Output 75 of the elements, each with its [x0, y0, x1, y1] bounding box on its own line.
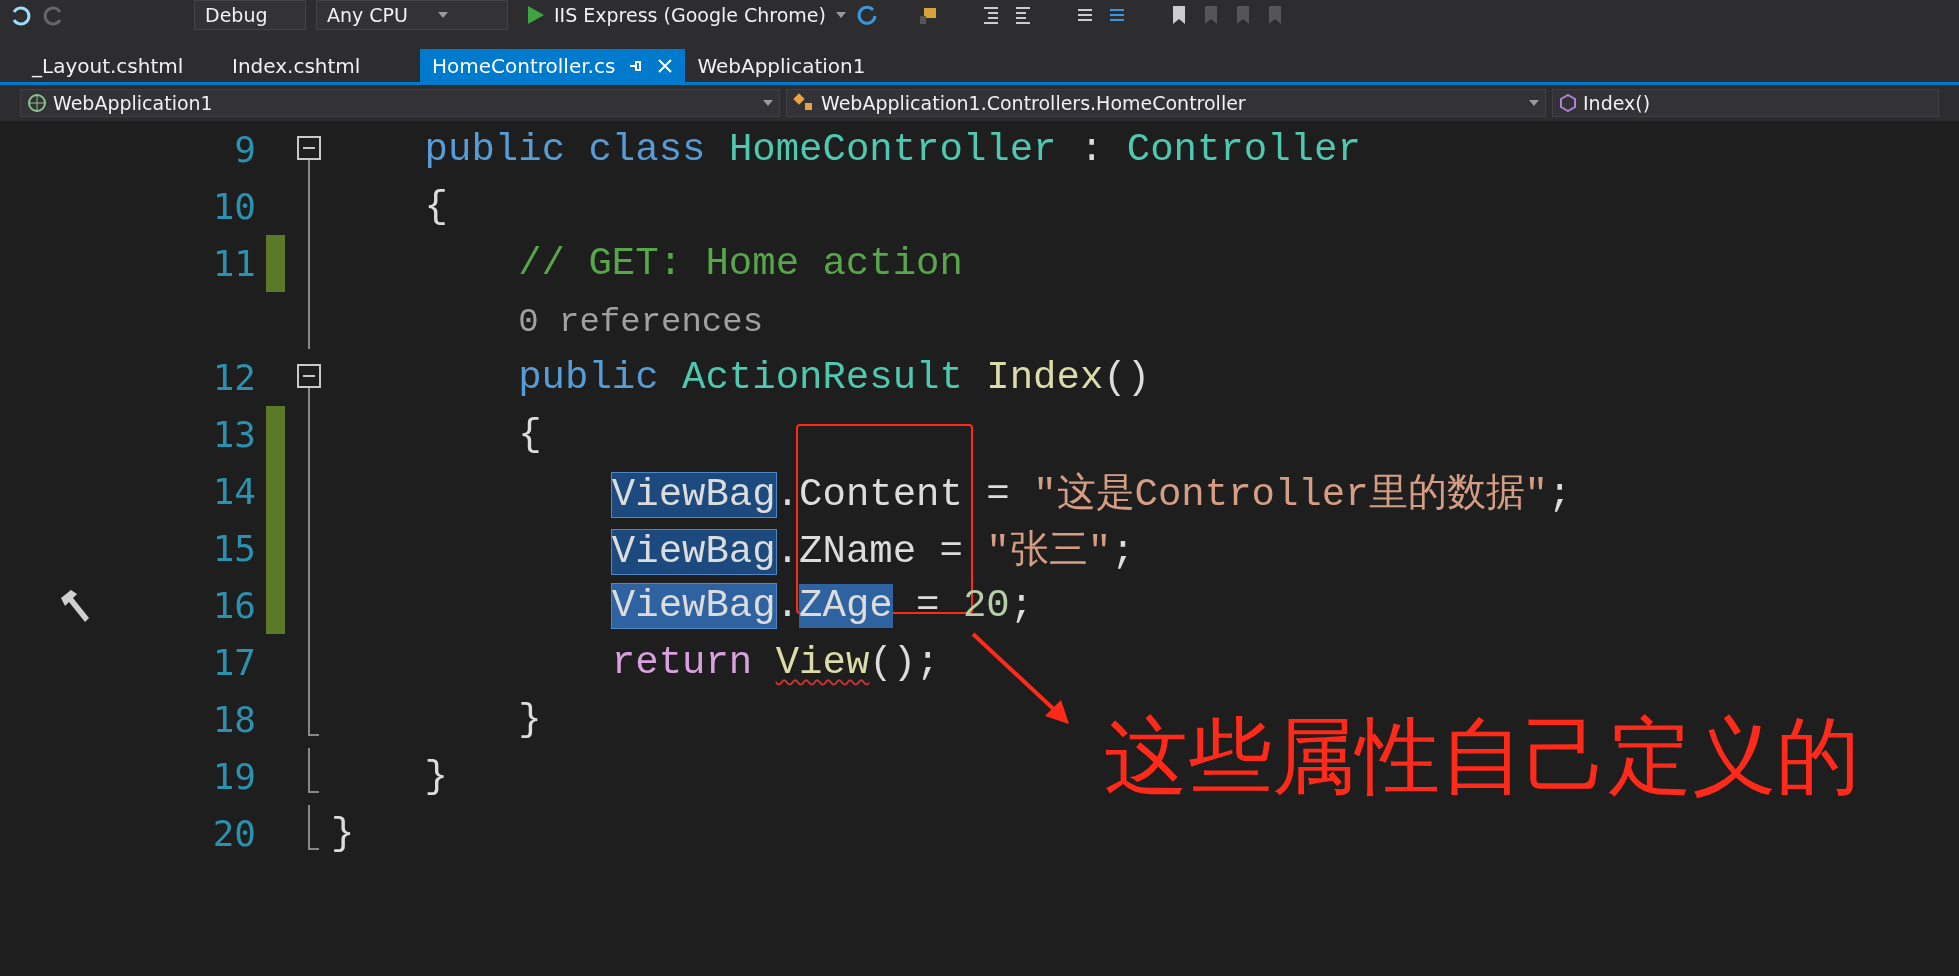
- code-token: =: [915, 583, 941, 628]
- line-number: 16: [212, 585, 256, 626]
- line-number: 18: [212, 699, 256, 740]
- code-token: }: [424, 754, 448, 799]
- code-token: (): [1103, 355, 1151, 400]
- code-token: ZName: [799, 529, 917, 574]
- code-token: public: [424, 127, 567, 172]
- code-token: =: [985, 472, 1011, 517]
- collapse-icon[interactable]: [297, 364, 321, 388]
- refresh-icon[interactable]: [855, 4, 878, 26]
- code-token: ;: [1111, 529, 1135, 574]
- code-token: }: [518, 697, 542, 742]
- code-token: {: [424, 184, 448, 229]
- code-token: HomeController: [728, 127, 1057, 172]
- caret-icon: [835, 12, 846, 18]
- code-token: // GET: Home action: [518, 241, 963, 286]
- code-token: ViewBag: [611, 472, 776, 517]
- member-dropdown[interactable]: Index(): [1552, 89, 1939, 117]
- code-token: }: [331, 811, 355, 856]
- code-token: .: [775, 583, 800, 628]
- line-number: 9: [234, 129, 256, 170]
- project-dropdown[interactable]: WebApplication1: [20, 89, 780, 117]
- code-token: Content: [799, 472, 963, 517]
- collapse-icon[interactable]: [297, 136, 321, 160]
- configuration-dropdown[interactable]: Debug: [194, 0, 306, 30]
- run-button[interactable]: IIS Express (Google Chrome): [528, 0, 846, 30]
- type-dropdown[interactable]: WebApplication1.Controllers.HomeController: [786, 89, 1546, 117]
- close-icon[interactable]: [657, 57, 674, 74]
- code-token: .: [775, 529, 800, 574]
- method-icon: [1559, 94, 1577, 112]
- pin-icon[interactable]: [629, 58, 644, 73]
- class-icon: [793, 93, 815, 113]
- code-token: 20: [962, 583, 1010, 628]
- redo-icon[interactable]: [42, 4, 64, 26]
- caret-icon: [437, 12, 448, 18]
- line-number: 14: [212, 471, 256, 512]
- code-token: return: [611, 640, 754, 685]
- undo-icon[interactable]: [10, 4, 32, 26]
- code-token: View: [775, 640, 870, 685]
- line-number: 17: [212, 642, 256, 683]
- code-token: Controller: [1126, 127, 1361, 172]
- caret-icon: [763, 100, 773, 106]
- line-number: 20: [212, 813, 256, 854]
- file-tab[interactable]: WebApplication1: [685, 49, 886, 82]
- line-number: 10: [212, 186, 256, 227]
- code-token: {: [518, 412, 542, 457]
- file-tab[interactable]: Index.cshtml: [220, 49, 420, 82]
- play-icon: [528, 6, 544, 24]
- code-token: :: [1078, 127, 1105, 172]
- code-token: ViewBag: [611, 529, 776, 574]
- code-token: "张三": [986, 528, 1112, 576]
- code-token: .: [775, 472, 800, 517]
- caret-icon: [1529, 100, 1539, 106]
- code-token: Index: [986, 355, 1104, 400]
- code-token: ;: [1009, 583, 1034, 628]
- globe-icon: [27, 93, 47, 113]
- code-token: ();: [869, 640, 940, 685]
- line-number: 13: [212, 414, 256, 455]
- annotation-text: 这些属性自己定义的: [1104, 706, 1860, 807]
- file-tab[interactable]: _Layout.cshtml: [20, 49, 220, 82]
- line-number: 12: [212, 357, 256, 398]
- code-token: class: [588, 127, 707, 172]
- file-tab[interactable]: HomeController.cs: [420, 49, 686, 82]
- code-token: ActionResult: [682, 355, 964, 400]
- code-token: "这是Controller里的数据": [1033, 471, 1548, 519]
- code-token: public: [518, 355, 660, 400]
- code-token: ;: [1548, 472, 1572, 517]
- references-link[interactable]: 0 references: [518, 302, 764, 341]
- code-token: ZAge: [799, 583, 893, 628]
- line-number: 11: [212, 243, 256, 284]
- line-number: 15: [212, 528, 256, 569]
- code-token: =: [938, 529, 964, 574]
- configuration-dropdown[interactable]: Any CPU: [316, 0, 508, 30]
- code-token: ViewBag: [611, 583, 776, 628]
- line-number: 19: [212, 756, 256, 797]
